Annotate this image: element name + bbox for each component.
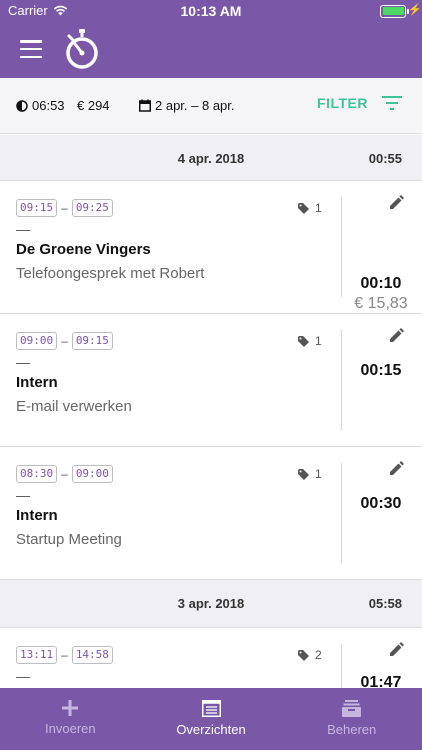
- summary-date-range[interactable]: 2 apr. – 8 apr.: [139, 98, 235, 113]
- start-time[interactable]: 09:15: [16, 199, 58, 217]
- tag-count: 2: [298, 648, 322, 662]
- entry-duration: 00:10: [360, 275, 402, 292]
- stack-icon: [342, 700, 362, 717]
- list-icon: [201, 700, 221, 717]
- entry-description: E-mail verwerken: [16, 398, 132, 415]
- entry-dash: —: [16, 487, 30, 503]
- tab-bar: Invoeren Overzichten Beheren: [0, 688, 422, 750]
- entry-dash: —: [16, 221, 30, 237]
- start-time[interactable]: 09:00: [16, 332, 58, 350]
- tag-count: 1: [298, 467, 322, 481]
- pencil-icon[interactable]: [390, 642, 404, 656]
- calendar-icon: [139, 99, 151, 112]
- tag-count: 1: [298, 334, 322, 348]
- status-time: 10:13 AM: [180, 3, 242, 19]
- tag-count: 1: [298, 201, 322, 215]
- time-entry[interactable]: 09:15 – 09:25 — De Groene Vingers Telefo…: [0, 181, 422, 314]
- entry-duration: 00:15: [360, 362, 402, 379]
- end-time[interactable]: 09:25: [71, 199, 113, 217]
- entry-client: Intern: [16, 374, 58, 391]
- summary-bar: 06:53 € 294 2 apr. – 8 apr. FILTER: [0, 78, 422, 134]
- time-entry[interactable]: 08:30 – 09:00 — Intern Startup Meeting 1…: [0, 447, 422, 580]
- day-date: 4 apr. 2018: [177, 151, 245, 166]
- tag-icon: [298, 202, 309, 214]
- tab-invoeren[interactable]: Invoeren: [0, 688, 141, 750]
- day-date: 3 apr. 2018: [177, 596, 245, 611]
- pencil-icon[interactable]: [390, 461, 404, 475]
- filter-button[interactable]: FILTER: [317, 95, 402, 111]
- day-header: 4 apr. 2018 00:55: [0, 135, 422, 181]
- battery-icon: ⚡: [380, 4, 422, 18]
- end-time[interactable]: 09:15: [71, 332, 113, 350]
- status-bar: Carrier 10:13 AM ⚡: [0, 0, 422, 22]
- entry-description: Telefoongesprek met Robert: [16, 265, 205, 282]
- entry-amount: € 15,83: [354, 295, 408, 312]
- half-clock-icon: [16, 99, 28, 112]
- summary-amount: € 294: [77, 98, 110, 113]
- pencil-icon[interactable]: [390, 328, 404, 342]
- entries-list[interactable]: 4 apr. 2018 00:55 09:15 – 09:25 — De Gro…: [0, 135, 422, 688]
- day-total: 00:55: [368, 151, 402, 166]
- app-header: Carrier 10:13 AM ⚡: [0, 0, 422, 78]
- entry-client: Intern: [16, 507, 58, 524]
- entry-description: Startup Meeting: [16, 531, 122, 548]
- entry-dash: —: [16, 668, 30, 684]
- pencil-icon[interactable]: [390, 195, 404, 209]
- charging-icon: ⚡: [408, 4, 422, 16]
- plus-icon: [62, 700, 79, 716]
- day-total: 05:58: [368, 596, 402, 611]
- tag-icon: [298, 649, 309, 661]
- entry-dash: —: [16, 354, 30, 370]
- end-time[interactable]: 09:00: [71, 465, 113, 483]
- stopwatch-logo-icon: [66, 29, 98, 69]
- day-header: 3 apr. 2018 05:58: [0, 580, 422, 628]
- menu-button[interactable]: [20, 40, 42, 58]
- tab-beheren[interactable]: Beheren: [281, 688, 422, 750]
- tab-overzichten[interactable]: Overzichten: [141, 688, 282, 750]
- time-entry[interactable]: 09:00 – 09:15 — Intern E-mail verwerken …: [0, 314, 422, 447]
- tag-icon: [298, 335, 309, 347]
- entry-duration: 01:47: [360, 674, 402, 688]
- filter-icon: [382, 96, 402, 110]
- end-time[interactable]: 14:58: [71, 646, 113, 664]
- start-time[interactable]: 13:11: [16, 646, 58, 664]
- time-entry[interactable]: 13:11 – 14:58 — 2 01:47: [0, 628, 422, 688]
- tag-icon: [298, 468, 309, 480]
- start-time[interactable]: 08:30: [16, 465, 58, 483]
- summary-duration: 06:53: [16, 98, 65, 113]
- entry-duration: 00:30: [360, 495, 402, 512]
- entry-client: De Groene Vingers: [16, 241, 151, 258]
